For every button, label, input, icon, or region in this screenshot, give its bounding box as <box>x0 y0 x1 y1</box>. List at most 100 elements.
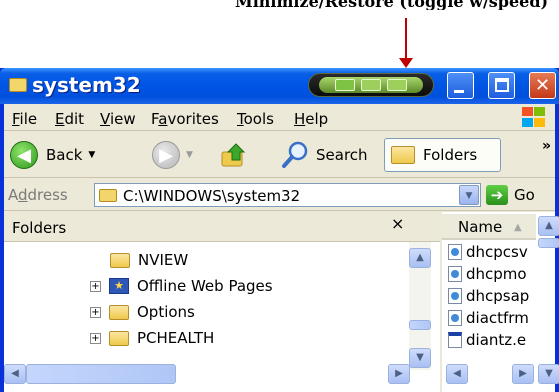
menu-tools-accel: T <box>237 110 244 128</box>
windows-logo-icon <box>521 106 547 128</box>
list-item[interactable]: dhcpmo <box>448 264 527 284</box>
expand-icon[interactable]: + <box>90 280 101 292</box>
tree-item[interactable]: + ★ Offline Web Pages <box>90 274 273 298</box>
menu-view[interactable]: View <box>100 110 136 128</box>
menu-help-accel: H <box>294 110 306 128</box>
up-folder-icon <box>221 143 246 167</box>
dll-file-icon <box>448 288 462 304</box>
address-label: Address <box>8 186 68 204</box>
window-body: File Edit View Favorites Tools Help ◀ Ba… <box>4 104 559 392</box>
menu-favorites-rest: vorites <box>167 110 219 128</box>
annotation-caption: Minimize/Restore (toggle w/speed) <box>235 0 549 10</box>
scroll-up-icon[interactable]: ▲ <box>538 216 559 236</box>
folders-label: Folders <box>423 146 478 164</box>
folders-icon <box>391 146 415 164</box>
menu-tools-rest: ools <box>243 110 274 128</box>
name-column-header[interactable]: Name ▲ <box>442 214 536 240</box>
exe-file-icon <box>448 332 462 348</box>
name-column-label: Name <box>458 218 503 236</box>
close-icon[interactable]: × <box>391 214 404 233</box>
offline-web-pages-icon: ★ <box>109 278 129 294</box>
menu-tools[interactable]: Tools <box>237 110 274 128</box>
folders-button[interactable]: Folders <box>384 138 501 172</box>
tree-item[interactable]: + Options <box>90 300 195 324</box>
scroll-up-icon[interactable]: ▲ <box>409 248 431 268</box>
scroll-right-icon[interactable]: ▶ <box>512 364 534 384</box>
scroll-down-icon[interactable]: ▼ <box>538 364 559 384</box>
tree-item-label: NVIEW <box>138 251 189 269</box>
scroll-thumb[interactable] <box>26 364 176 384</box>
list-item[interactable]: diactfrm <box>448 308 529 328</box>
menu-help[interactable]: Help <box>294 110 328 128</box>
dll-file-icon <box>448 244 462 260</box>
scroll-thumb[interactable] <box>409 320 431 330</box>
up-folder-button[interactable] <box>220 138 250 172</box>
folder-icon <box>109 304 129 320</box>
folder-icon <box>9 78 27 92</box>
minimize-icon <box>454 90 464 93</box>
menu-file-accel: F <box>12 110 20 128</box>
folders-vertical-scrollbar[interactable]: ▲ ▼ <box>409 242 431 370</box>
folder-icon <box>99 189 117 202</box>
back-arrow-icon: ◀ <box>10 141 38 169</box>
dll-file-icon <box>448 310 462 326</box>
go-label: Go <box>514 186 535 204</box>
address-dropdown-button[interactable]: ▼ <box>459 185 479 205</box>
title-bar[interactable]: system32 ✕ <box>0 68 559 104</box>
folders-horizontal-scrollbar[interactable]: ◀ ▶ <box>4 364 440 392</box>
folder-icon <box>110 252 130 268</box>
menu-edit-rest: dit <box>64 110 85 128</box>
window-title: system32 <box>32 73 141 97</box>
tree-item-label: PCHEALTH <box>137 329 215 347</box>
minimize-button[interactable] <box>447 72 474 99</box>
tree-item[interactable]: + PCHEALTH <box>90 326 214 350</box>
back-button[interactable]: ◀ Back ▼ <box>10 138 95 172</box>
search-button[interactable]: Search <box>280 138 368 172</box>
list-item[interactable]: dhcpcsv <box>448 242 528 262</box>
menu-edit[interactable]: Edit <box>55 110 84 128</box>
search-label: Search <box>316 146 368 164</box>
file-list-pane: Name ▲ ▲ dhcpcsv dhcpmo dhcpsap diactfrm <box>442 212 559 392</box>
file-name: dhcpmo <box>466 265 527 283</box>
media-deskband <box>308 73 434 97</box>
menu-view-accel: V <box>100 110 110 128</box>
dll-file-icon <box>448 266 462 282</box>
close-button[interactable]: ✕ <box>529 72 556 99</box>
list-item[interactable]: dhcpsap <box>448 286 529 306</box>
scroll-left-icon[interactable]: ◀ <box>446 364 468 384</box>
menu-bar: File Edit View Favorites Tools Help <box>4 104 555 131</box>
menu-file[interactable]: File <box>12 110 37 128</box>
address-field[interactable]: C:\WINDOWS\system32 ▼ <box>94 183 481 207</box>
forward-button[interactable]: ▶ ▼ <box>152 138 193 172</box>
search-icon <box>282 141 308 168</box>
expand-icon[interactable]: + <box>90 332 101 344</box>
folders-pane-title: Folders <box>12 219 67 237</box>
scroll-right-icon[interactable]: ▶ <box>388 364 410 384</box>
caption-area: Minimize/Restore (toggle w/speed) <box>0 0 559 10</box>
maximize-button[interactable] <box>488 72 515 99</box>
toolbar-overflow-icon[interactable]: » <box>542 138 551 154</box>
toolbar: ◀ Back ▼ ▶ ▼ Search Folders » <box>4 132 555 178</box>
scroll-left-icon[interactable]: ◀ <box>4 364 26 384</box>
file-name: diactfrm <box>466 309 529 327</box>
annotation-arrow-head <box>399 58 413 68</box>
go-button[interactable]: ➔ Go <box>486 183 535 207</box>
visualization-icon[interactable] <box>335 79 355 91</box>
tree-item[interactable]: NVIEW <box>110 248 188 272</box>
back-dropdown-icon[interactable]: ▼ <box>88 150 95 160</box>
deskband-controls <box>319 77 423 93</box>
annotation-arrow <box>405 18 407 60</box>
tree-item-label: Options <box>137 303 195 321</box>
expand-icon[interactable]: + <box>90 306 101 318</box>
minimize-deskband-button[interactable] <box>361 79 381 91</box>
restore-toggle-button[interactable] <box>387 79 407 91</box>
scroll-thumb[interactable] <box>538 238 559 248</box>
menu-favorites[interactable]: Favorites <box>151 110 219 128</box>
menu-view-rest: iew <box>109 110 136 128</box>
address-label-accel: d <box>18 186 28 204</box>
forward-dropdown-icon[interactable]: ▼ <box>186 150 193 160</box>
close-icon: ✕ <box>534 75 551 96</box>
address-value[interactable]: C:\WINDOWS\system32 <box>123 187 300 205</box>
list-item[interactable]: diantz.e <box>448 330 526 350</box>
file-name: dhcpsap <box>466 287 530 305</box>
